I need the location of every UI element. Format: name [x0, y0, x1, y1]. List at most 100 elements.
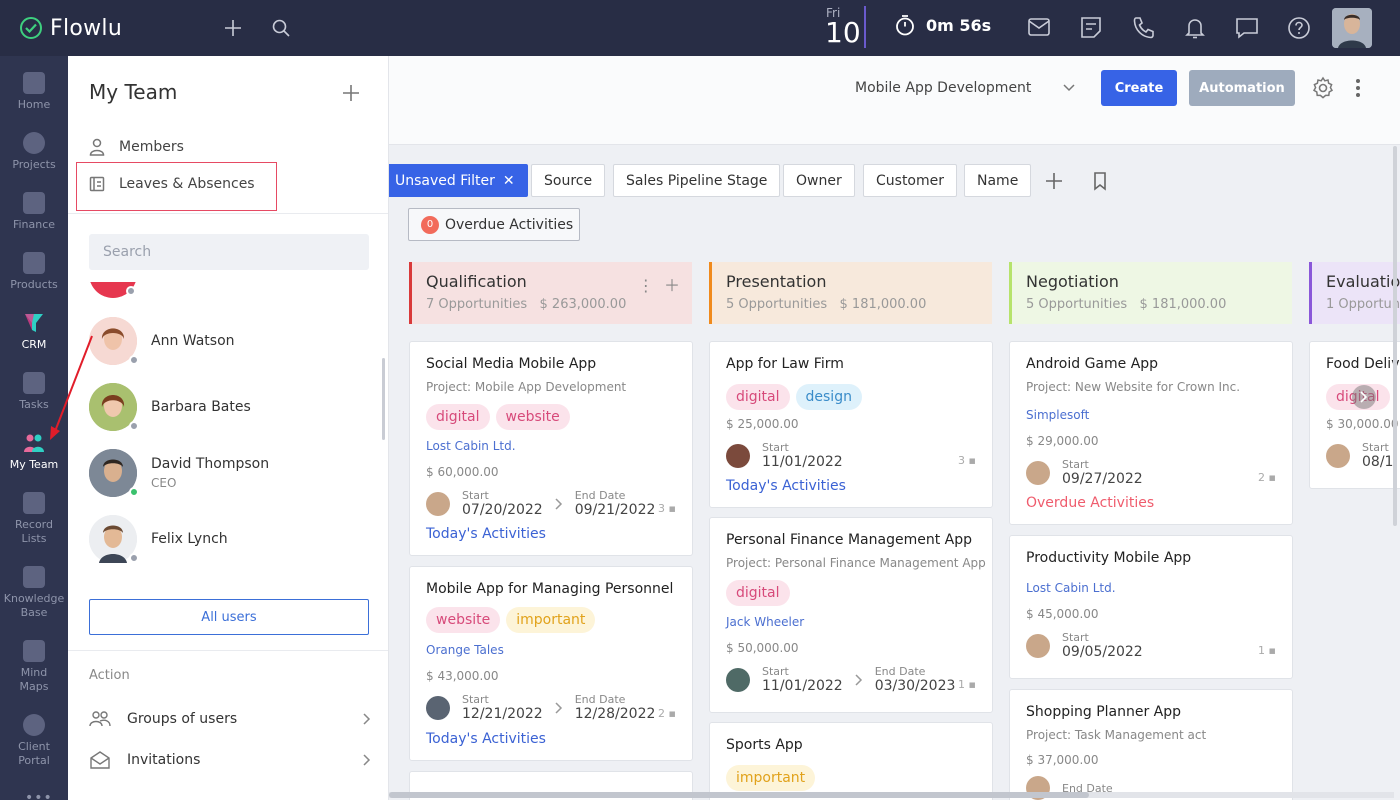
- deal-card-law-firm[interactable]: App for Law Firm digital design $ 25,000…: [709, 341, 993, 508]
- user-ann-watson[interactable]: Ann Watson: [89, 317, 235, 365]
- members-link[interactable]: Members: [89, 138, 184, 156]
- owner-avatar[interactable]: [1026, 460, 1050, 485]
- comments-count[interactable]: 1 ▪: [1258, 644, 1276, 657]
- sidebar-item-knowledge-base[interactable]: Knowledge Base: [0, 566, 68, 620]
- owner-avatar[interactable]: [726, 443, 750, 468]
- notes-icon[interactable]: [1070, 8, 1112, 48]
- help-icon[interactable]: [1278, 8, 1320, 48]
- filter-name[interactable]: Name: [964, 164, 1032, 197]
- filter-source[interactable]: Source: [531, 164, 606, 197]
- user-avatar[interactable]: [1332, 8, 1372, 48]
- envelope-open-icon: [90, 751, 110, 769]
- add-icon[interactable]: [342, 84, 360, 102]
- comments-count[interactable]: 2 ▪: [658, 707, 676, 720]
- timer[interactable]: 0m 56s: [894, 14, 991, 36]
- groups-of-users-item[interactable]: Groups of users: [89, 710, 371, 728]
- deal-card-food-delivery[interactable]: Food Delivery App digital $ 30,000.00 St…: [1309, 341, 1400, 489]
- close-icon[interactable]: ✕: [503, 173, 515, 189]
- sidebar-item-client-portal[interactable]: Client Portal: [0, 714, 68, 768]
- horizontal-scrollbar-thumb[interactable]: [389, 792, 1089, 798]
- deal-card-android-game[interactable]: Android Game App Project: New Website fo…: [1009, 341, 1293, 525]
- user-david-thompson[interactable]: David Thompson CEO: [89, 449, 269, 497]
- sidebar-item-record-lists[interactable]: Record Lists: [0, 492, 68, 546]
- search-icon[interactable]: [261, 8, 301, 48]
- scroll-right-button[interactable]: [1352, 385, 1376, 409]
- column-header-presentation[interactable]: Presentation 5 Opportunities $ 181,000.0…: [709, 262, 992, 324]
- filter-customer[interactable]: Customer: [863, 164, 958, 197]
- filter-owner[interactable]: Owner: [783, 164, 855, 197]
- top-bar: Flowlu Fri 10 0m 56s: [0, 0, 1400, 56]
- unsaved-filter-chip[interactable]: Unsaved Filter ✕: [382, 164, 528, 197]
- my-team-panel: My Team Members Leaves & Absences Ann Wa…: [68, 56, 389, 800]
- column-header-evaluation[interactable]: Evaluation 1 Opportunity: [1309, 262, 1400, 324]
- card-customer-link[interactable]: Lost Cabin Ltd.: [426, 439, 516, 453]
- card-activity-link[interactable]: Overdue Activities: [1026, 495, 1154, 511]
- card-activity-link[interactable]: Today's Activities: [726, 478, 846, 494]
- status-dot: [129, 487, 139, 497]
- sidebar-item-products[interactable]: Products: [0, 252, 68, 292]
- leaves-absences-link[interactable]: Leaves & Absences: [89, 176, 255, 192]
- search-input[interactable]: [89, 234, 369, 270]
- column-actions[interactable]: ⋮ ＋: [638, 272, 680, 296]
- card-customer-link[interactable]: Jack Wheeler: [726, 615, 804, 629]
- owner-avatar[interactable]: [426, 695, 450, 720]
- deal-card-social-media[interactable]: Social Media Mobile App Project: Mobile …: [409, 341, 693, 556]
- stopwatch-icon: [896, 15, 914, 36]
- partial-avatar: [89, 282, 137, 298]
- phone-icon[interactable]: [1122, 8, 1164, 48]
- card-activity-link[interactable]: Today's Activities: [426, 526, 546, 542]
- date-widget[interactable]: Fri 10: [822, 6, 866, 49]
- column-header-qualification[interactable]: Qualification 7 Opportunities $ 263,000.…: [409, 262, 692, 324]
- card-customer-link[interactable]: Orange Tales: [426, 643, 504, 657]
- vertical-scrollbar[interactable]: [1393, 146, 1397, 526]
- all-users-button[interactable]: All users: [89, 599, 369, 635]
- deal-card-productivity[interactable]: Productivity Mobile App Lost Cabin Ltd. …: [1009, 535, 1293, 679]
- deal-card-personal-finance[interactable]: Personal Finance Management App Project:…: [709, 517, 993, 713]
- card-dates: Start 12/21/2022 End Date 12/28/2022: [426, 693, 655, 722]
- owner-avatar[interactable]: [726, 667, 750, 692]
- sidebar-item-mind-maps[interactable]: Mind Maps: [0, 640, 68, 694]
- column-header-negotiation[interactable]: Negotiation 5 Opportunities $ 181,000.00: [1009, 262, 1292, 324]
- deal-card-sports-app[interactable]: Sports App important: [709, 722, 993, 800]
- create-button[interactable]: Create: [1101, 70, 1177, 106]
- user-list-scrollbar[interactable]: [382, 358, 385, 440]
- card-title: Food Delivery App: [1326, 356, 1400, 372]
- card-customer-link[interactable]: Lost Cabin Ltd.: [1026, 581, 1116, 595]
- comments-count[interactable]: 1 ▪: [958, 678, 976, 691]
- bell-icon[interactable]: [1174, 8, 1216, 48]
- project-select[interactable]: Mobile App Development: [855, 80, 1075, 96]
- chat-icon[interactable]: [1226, 8, 1268, 48]
- sidebar-item-finance[interactable]: Finance: [0, 192, 68, 232]
- gear-icon[interactable]: [1311, 76, 1335, 100]
- overdue-activities-filter[interactable]: 0 Overdue Activities: [408, 208, 580, 241]
- sidebar-item-label: Record Lists: [14, 518, 53, 545]
- card-amount: $ 25,000.00: [726, 417, 799, 431]
- more-vertical-icon[interactable]: [1355, 78, 1361, 98]
- more-dots-icon[interactable]: •••: [25, 790, 53, 800]
- sidebar-item-label: Knowledge Base: [3, 592, 65, 619]
- filter-sales-pipeline-stage[interactable]: Sales Pipeline Stage: [613, 164, 781, 197]
- user-felix-lynch[interactable]: Felix Lynch: [89, 515, 228, 563]
- plus-icon[interactable]: [213, 8, 253, 48]
- owner-avatar[interactable]: [1326, 443, 1350, 468]
- deal-card-managing-personnel[interactable]: Mobile App for Managing Personnel websit…: [409, 566, 693, 761]
- owner-avatar[interactable]: [426, 491, 450, 516]
- comments-count[interactable]: 3 ▪: [658, 502, 676, 515]
- card-activity-link[interactable]: Today's Activities: [426, 731, 546, 747]
- automation-button[interactable]: Automation: [1189, 70, 1295, 106]
- logo[interactable]: Flowlu: [20, 16, 210, 41]
- mail-icon[interactable]: [1018, 8, 1060, 48]
- sidebar-item-home[interactable]: Home: [0, 72, 68, 112]
- owner-avatar[interactable]: [1026, 633, 1050, 658]
- sidebar-item-projects[interactable]: Projects: [0, 132, 68, 172]
- invitations-item[interactable]: Invitations: [89, 750, 371, 770]
- bookmark-icon[interactable]: [1092, 171, 1108, 191]
- user-barbara-bates[interactable]: Barbara Bates: [89, 383, 251, 431]
- deal-card-shopping-planner[interactable]: Shopping Planner App Project: Task Manag…: [1009, 689, 1293, 800]
- comments-count[interactable]: 3 ▪: [958, 454, 976, 467]
- users-group-icon: [89, 711, 111, 727]
- add-filter-icon[interactable]: [1044, 171, 1064, 191]
- card-customer-link[interactable]: Simplesoft: [1026, 408, 1089, 422]
- comments-count[interactable]: 2 ▪: [1258, 471, 1276, 484]
- horizontal-scrollbar[interactable]: [389, 792, 1394, 798]
